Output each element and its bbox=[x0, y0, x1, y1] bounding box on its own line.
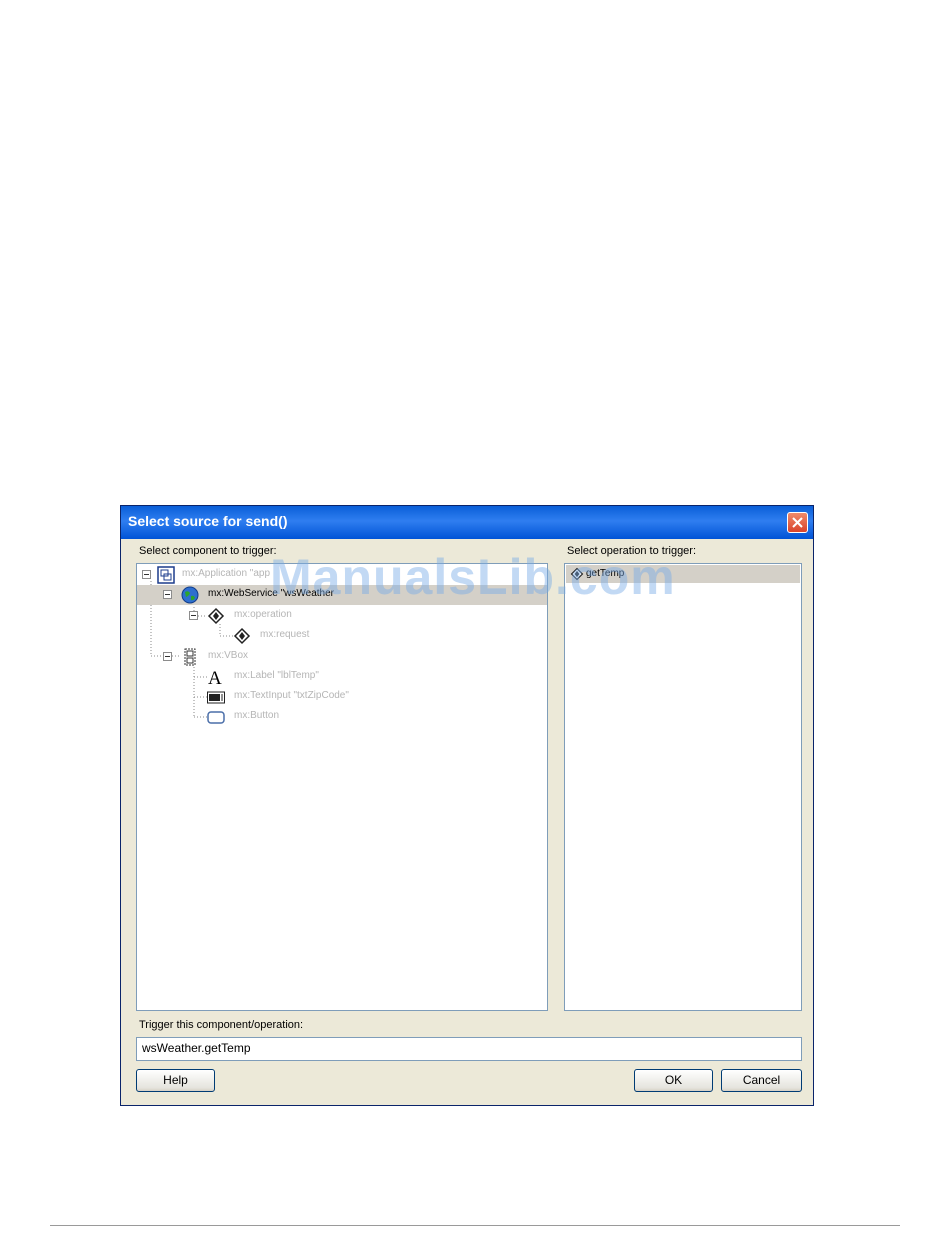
label-a-icon: A bbox=[208, 668, 222, 686]
tree-item-label: mx:operation bbox=[234, 609, 292, 620]
tree-item-request[interactable]: mx:request bbox=[137, 626, 547, 646]
tree-item-operation[interactable]: mx:operation bbox=[137, 606, 547, 626]
svg-text:A: A bbox=[208, 668, 222, 686]
collapse-toggle[interactable] bbox=[163, 590, 172, 599]
title-bar[interactable]: Select source for send() bbox=[121, 506, 813, 539]
tree-item-label: mx:Application "app bbox=[182, 568, 271, 579]
tree-item-label: mx:Label "lblTemp" bbox=[234, 670, 319, 681]
ok-button[interactable]: OK bbox=[634, 1069, 713, 1092]
footer-divider bbox=[50, 1225, 900, 1226]
tree-item-label: mx:Button bbox=[234, 710, 280, 721]
textinput-icon bbox=[207, 691, 225, 704]
close-button[interactable] bbox=[787, 512, 808, 533]
close-icon bbox=[792, 517, 803, 528]
diamond-icon bbox=[207, 607, 225, 625]
vbox-icon bbox=[184, 648, 196, 666]
tree-item-label-lbltemp[interactable]: A mx:Label "lblTemp" bbox=[137, 667, 547, 687]
trigger-label: Trigger this component/operation: bbox=[139, 1019, 304, 1031]
collapse-toggle[interactable] bbox=[189, 611, 198, 620]
help-button[interactable]: Help bbox=[136, 1069, 215, 1092]
button-icon bbox=[207, 711, 225, 724]
collapse-toggle[interactable] bbox=[142, 570, 151, 579]
watermark: ManualsLib.com bbox=[270, 549, 676, 605]
diamond-icon bbox=[233, 627, 251, 645]
dialog-title: Select source for send() bbox=[128, 513, 288, 529]
trigger-field[interactable]: wsWeather.getTemp bbox=[136, 1037, 802, 1061]
tree-item-button[interactable]: mx:Button bbox=[137, 707, 547, 727]
tree-item-label: mx:VBox bbox=[208, 650, 249, 661]
component-tree[interactable]: mx:Application "app mx:WebService "wsWea… bbox=[136, 563, 548, 1011]
component-label: Select component to trigger: bbox=[139, 545, 277, 557]
tree-item-textinput[interactable]: mx:TextInput "txtZipCode" bbox=[137, 687, 547, 707]
globe-icon bbox=[181, 586, 199, 604]
cancel-button[interactable]: Cancel bbox=[721, 1069, 802, 1092]
application-icon bbox=[157, 566, 175, 584]
tree-item-vbox[interactable]: mx:VBox bbox=[137, 647, 547, 667]
collapse-toggle[interactable] bbox=[163, 652, 172, 661]
tree-item-label: mx:request bbox=[260, 629, 310, 640]
tree-item-label: mx:TextInput "txtZipCode" bbox=[234, 690, 349, 701]
operation-list[interactable]: getTemp bbox=[564, 563, 802, 1011]
